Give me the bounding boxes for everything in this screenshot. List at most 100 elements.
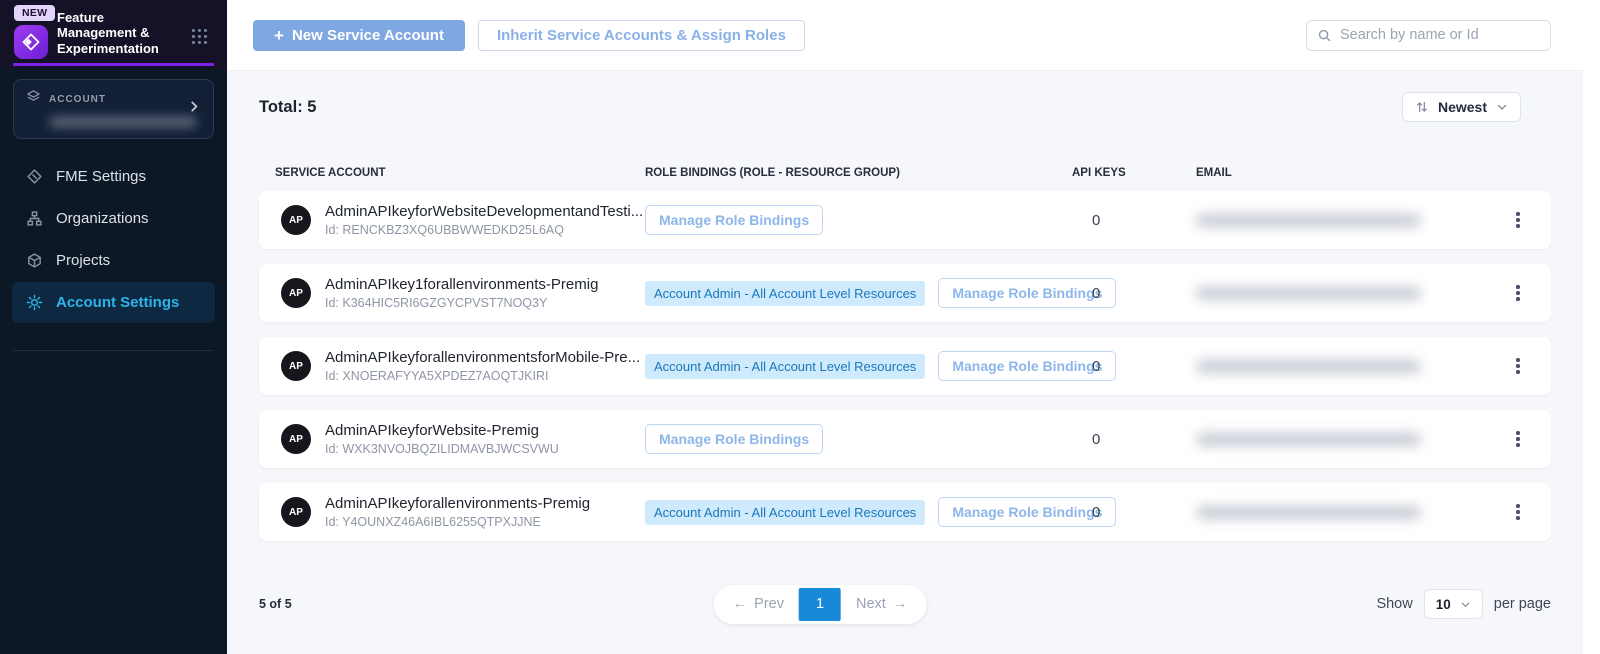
table-row: AP AdminAPIkeyforallenvironmentsforMobil…	[259, 337, 1551, 395]
service-account-id: Id: RENCKBZ3XQ6UBBWWEDKD25L6AQ	[325, 223, 643, 237]
table-header-row: SERVICE ACCOUNT ROLE BINDINGS (ROLE - RE…	[259, 167, 1551, 179]
chevron-down-icon	[1460, 599, 1471, 610]
sort-value: Newest	[1438, 99, 1487, 115]
account-name-redacted	[49, 116, 197, 128]
table-row: AP AdminAPIkeyforallenvironments-Premig …	[259, 483, 1551, 541]
new-service-account-label: New Service Account	[292, 27, 444, 44]
fme-settings-icon	[26, 168, 43, 185]
role-binding-badge: Account Admin - All Account Level Resour…	[645, 500, 925, 525]
service-account-cell: AP AdminAPIkeyforWebsiteDevelopmentandTe…	[281, 203, 645, 237]
email-cell	[1196, 287, 1483, 300]
role-bindings-cell: Manage Role Bindings	[645, 424, 1072, 454]
sidebar-divider	[13, 350, 214, 351]
table-body: AP AdminAPIkeyforWebsiteDevelopmentandTe…	[259, 191, 1551, 556]
service-account-name: AdminAPIkeyforWebsite-Premig	[325, 422, 559, 439]
search-icon	[1317, 28, 1332, 43]
service-account-cell: AP AdminAPIkey1forallenvironments-Premig…	[281, 276, 645, 310]
brand-divider	[13, 63, 214, 66]
service-account-name: AdminAPIkeyforWebsiteDevelopmentandTesti…	[325, 203, 643, 220]
service-account-id: Id: WXK3NVOJBQZILIDMAVBJWCSVWU	[325, 442, 559, 456]
page-count: 5 of 5	[259, 597, 292, 611]
avatar: AP	[281, 278, 311, 308]
sidebar-item-organizations[interactable]: Organizations	[12, 198, 215, 239]
projects-icon	[26, 252, 43, 269]
email-cell	[1196, 360, 1483, 373]
email-redacted	[1196, 433, 1421, 446]
per-page-label: per page	[1494, 596, 1551, 612]
table-row: AP AdminAPIkeyforWebsiteDevelopmentandTe…	[259, 191, 1551, 249]
sidebar-item-account-settings[interactable]: Account Settings	[12, 282, 215, 323]
role-bindings-cell: Account Admin - All Account Level Resour…	[645, 351, 1072, 381]
gear-icon	[26, 294, 43, 311]
manage-role-bindings-button[interactable]: Manage Role Bindings	[645, 205, 823, 235]
service-account-id: Id: Y4OUNXZ46A6IBL6255QTPXJJNE	[325, 515, 590, 529]
sidebar-nav: FME Settings Organizations Projects	[0, 156, 227, 323]
sidebar-item-label: Projects	[56, 252, 110, 269]
avatar: AP	[281, 424, 311, 454]
sidebar-item-label: FME Settings	[56, 168, 146, 185]
sidebar-item-projects[interactable]: Projects	[12, 240, 215, 281]
prev-page-button[interactable]: ← Prev	[718, 589, 799, 619]
page-size-dropdown[interactable]: 10	[1424, 589, 1483, 619]
kebab-menu-button[interactable]	[1505, 499, 1531, 525]
show-label: Show	[1376, 596, 1412, 612]
sidebar-header: NEW Feature Management & Experimentation	[0, 0, 227, 69]
role-binding-badge: Account Admin - All Account Level Resour…	[645, 354, 925, 379]
email-cell	[1196, 433, 1483, 446]
inherit-service-accounts-button[interactable]: Inherit Service Accounts & Assign Roles	[478, 20, 805, 51]
service-account-id: Id: XNOERAFYYA5XPDEZ7AOQTJKIRI	[325, 369, 640, 383]
toolbar: + New Service Account Inherit Service Ac…	[227, 0, 1583, 71]
kebab-menu-button[interactable]	[1505, 207, 1531, 233]
service-account-cell: AP AdminAPIkeyforallenvironmentsforMobil…	[281, 349, 645, 383]
page-size-group: Show 10 per page	[1376, 589, 1551, 619]
page-1-button[interactable]: 1	[799, 588, 841, 621]
service-account-cell: AP AdminAPIkeyforWebsite-Premig Id: WXK3…	[281, 422, 645, 456]
new-service-account-button[interactable]: + New Service Account	[253, 20, 465, 51]
email-cell	[1196, 214, 1483, 227]
plus-icon: +	[274, 27, 284, 44]
service-account-id: Id: K364HIC5RI6GZGYCPVST7NOQ3Y	[325, 296, 598, 310]
fme-logo-icon	[14, 25, 48, 59]
arrow-left-icon: ←	[733, 596, 748, 612]
sidebar-item-label: Organizations	[56, 210, 149, 227]
search-input[interactable]	[1340, 27, 1540, 43]
sort-dropdown[interactable]: Newest	[1402, 92, 1521, 122]
service-account-name: AdminAPIkeyforallenvironments-Premig	[325, 495, 590, 512]
avatar: AP	[281, 497, 311, 527]
kebab-menu-button[interactable]	[1505, 426, 1531, 452]
api-keys-count: 0	[1072, 358, 1196, 375]
main-area: + New Service Account Inherit Service Ac…	[227, 0, 1583, 654]
arrow-right-icon: →	[893, 596, 908, 612]
content: Total: 5 Newest SERVICE ACCOUNT ROLE BIN…	[227, 71, 1583, 654]
chevron-right-icon	[187, 100, 201, 119]
app-switcher-icon[interactable]	[192, 29, 207, 44]
service-account-name: AdminAPIkeyforallenvironmentsforMobile-P…	[325, 349, 640, 366]
sidebar-item-label: Account Settings	[56, 294, 179, 311]
column-header-api-keys: API KEYS	[1072, 167, 1196, 179]
next-page-button[interactable]: Next →	[841, 589, 922, 619]
new-badge: NEW	[14, 5, 55, 21]
avatar: AP	[281, 351, 311, 381]
pager: ← Prev 1 Next →	[714, 585, 927, 624]
product-title: Feature Management & Experimentation	[57, 10, 183, 56]
api-keys-count: 0	[1072, 285, 1196, 302]
email-redacted	[1196, 214, 1421, 227]
manage-role-bindings-button[interactable]: Manage Role Bindings	[645, 424, 823, 454]
sort-arrows-icon	[1415, 100, 1429, 114]
sidebar: NEW Feature Management & Experimentation…	[0, 0, 227, 654]
prev-label: Prev	[754, 596, 784, 612]
total-count: Total: 5	[259, 98, 316, 117]
api-keys-count: 0	[1072, 212, 1196, 229]
role-bindings-cell: Account Admin - All Account Level Resour…	[645, 497, 1072, 527]
email-redacted	[1196, 506, 1421, 519]
column-header-service-account: SERVICE ACCOUNT	[275, 167, 645, 179]
kebab-menu-button[interactable]	[1505, 353, 1531, 379]
api-keys-count: 0	[1072, 431, 1196, 448]
kebab-menu-button[interactable]	[1505, 280, 1531, 306]
account-selector[interactable]: ACCOUNT	[13, 79, 214, 139]
sidebar-item-fme-settings[interactable]: FME Settings	[12, 156, 215, 197]
api-keys-count: 0	[1072, 504, 1196, 521]
email-cell	[1196, 506, 1483, 519]
role-bindings-cell: Account Admin - All Account Level Resour…	[645, 278, 1072, 308]
table-row: AP AdminAPIkey1forallenvironments-Premig…	[259, 264, 1551, 322]
